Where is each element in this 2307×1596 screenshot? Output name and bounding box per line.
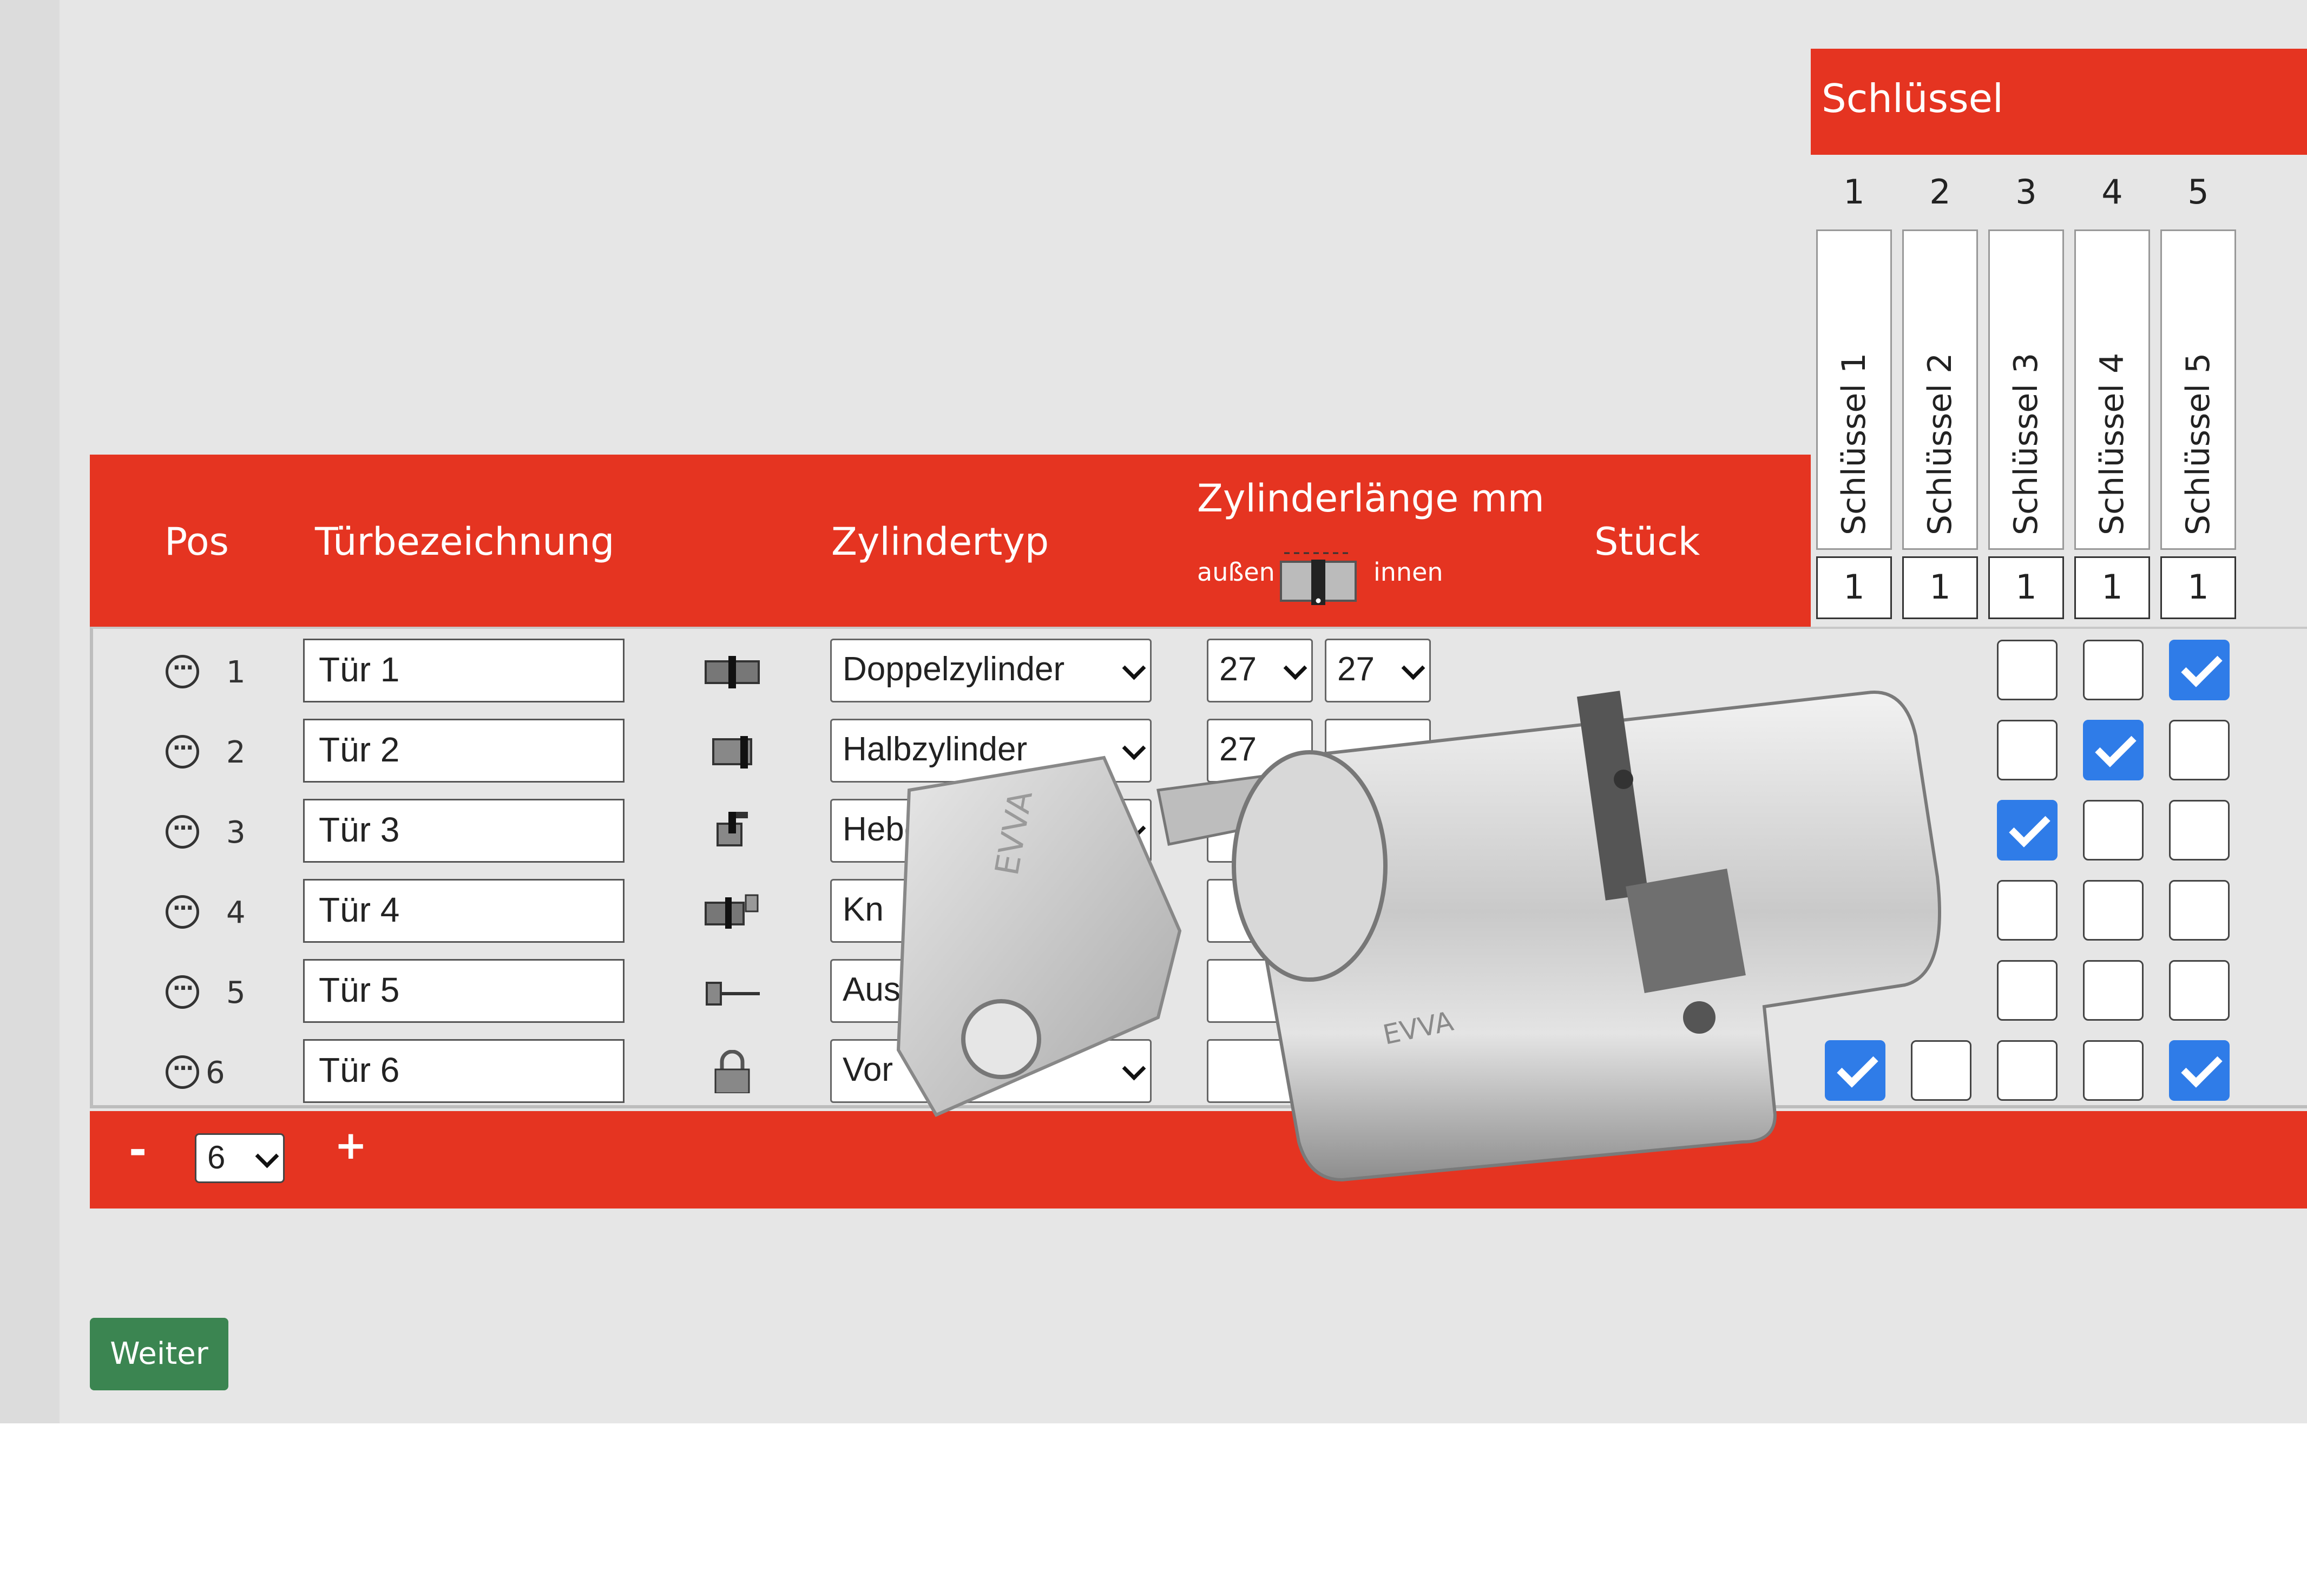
row-position: 4 — [226, 895, 246, 930]
row-options-icon[interactable]: ··· — [166, 815, 199, 849]
row-position: 1 — [226, 655, 246, 690]
header-inside: innen — [1373, 557, 1443, 587]
key-column-number: 5 — [2187, 172, 2209, 212]
header-qty: Stück — [1594, 520, 1700, 564]
left-sidebar-strip — [0, 0, 60, 1423]
double-cylinder-icon — [702, 649, 762, 693]
key-name-field[interactable]: Schlüssel 5 — [2160, 229, 2236, 550]
next-button[interactable]: Weiter — [90, 1318, 228, 1390]
key-assignment-checkbox[interactable] — [2169, 640, 2230, 700]
row-options-icon[interactable]: ··· — [166, 1055, 199, 1089]
key-name-field[interactable]: Schlüssel 1 — [1816, 229, 1892, 550]
cylinder-and-key-product-image: EVVA EVVA — [896, 691, 1941, 1182]
key-name-label: Schlüssel 3 — [2007, 352, 2045, 535]
door-name-input[interactable]: Tür 1 — [303, 639, 625, 702]
header-outside: außen — [1197, 557, 1275, 587]
key-column-number: 2 — [1929, 172, 1951, 212]
door-name-input[interactable]: Tür 4 — [303, 879, 625, 943]
key-name-label: Schlüssel 4 — [2093, 352, 2131, 535]
header-length: Zylinderlänge mm — [1197, 476, 1544, 521]
knob-cylinder-icon — [702, 890, 762, 933]
key-count-input[interactable]: 1 — [2160, 556, 2236, 619]
row-position: 5 — [226, 975, 246, 1010]
row-position: 3 — [226, 815, 246, 850]
key-assignment-checkbox[interactable] — [2083, 720, 2144, 780]
chevron-down-icon — [255, 1144, 279, 1168]
key-name-field[interactable]: Schlüssel 4 — [2074, 229, 2150, 550]
key-name-label: Schlüssel 1 — [1835, 352, 1873, 535]
header-type: Zylindertyp — [831, 520, 1049, 564]
header-door: Türbezeichnung — [315, 520, 615, 564]
row-options-icon[interactable]: ··· — [166, 895, 199, 929]
key-assignment-checkbox[interactable] — [2083, 1040, 2144, 1101]
key-name-label: Schlüssel 2 — [1921, 352, 1959, 535]
key-name-label: Schlüssel 5 — [2179, 352, 2217, 535]
key-column-number: 1 — [1843, 172, 1865, 212]
door-name-input[interactable]: Tür 5 — [303, 959, 625, 1023]
key-assignment-checkbox[interactable] — [2169, 880, 2230, 941]
row-options-icon[interactable]: ··· — [166, 975, 199, 1009]
external-cylinder-icon — [702, 970, 762, 1013]
keys-header-title: Schlüssel — [1822, 76, 2003, 121]
key-assignment-checkbox[interactable] — [2169, 960, 2230, 1021]
key-assignment-checkbox[interactable] — [2083, 960, 2144, 1021]
row-count-select[interactable]: 6 — [195, 1133, 285, 1183]
key-name-field[interactable]: Schlüssel 3 — [1988, 229, 2064, 550]
row-options-icon[interactable]: ··· — [166, 735, 199, 769]
remove-row-button[interactable]: - — [129, 1125, 147, 1175]
padlock-icon — [702, 1049, 762, 1094]
row-count-value: 6 — [207, 1139, 226, 1175]
key-assignment-checkbox[interactable] — [2169, 800, 2230, 861]
row-options-icon[interactable]: ··· — [166, 655, 199, 688]
key-column-number: 4 — [2101, 172, 2123, 212]
door-name-input[interactable]: Tür 6 — [303, 1039, 625, 1103]
key-assignment-checkbox[interactable] — [2169, 720, 2230, 780]
key-count-input[interactable]: 1 — [2074, 556, 2150, 619]
lever-cylinder-icon — [702, 810, 762, 853]
key-assignment-checkbox[interactable] — [2083, 880, 2144, 941]
key-column-number: 3 — [2015, 172, 2037, 212]
door-name-input[interactable]: Tür 2 — [303, 719, 625, 783]
row-position: 2 — [226, 735, 246, 770]
header-pos: Pos — [165, 520, 229, 564]
key-assignment-checkbox[interactable] — [2169, 1040, 2230, 1101]
key-assignment-checkbox[interactable] — [2083, 640, 2144, 700]
row-position: 6 — [206, 1055, 225, 1091]
key-assignment-checkbox[interactable] — [2083, 800, 2144, 861]
add-row-button[interactable]: + — [334, 1122, 367, 1168]
door-name-input[interactable]: Tür 3 — [303, 799, 625, 863]
half-cylinder-icon — [702, 730, 762, 773]
key-name-field[interactable]: Schlüssel 2 — [1902, 229, 1978, 550]
